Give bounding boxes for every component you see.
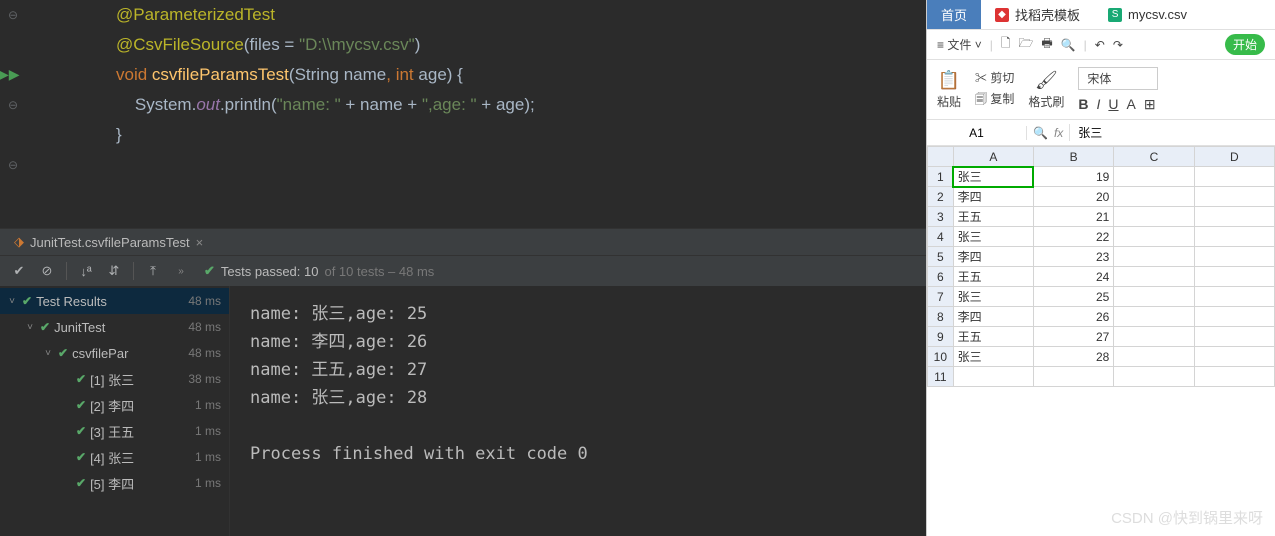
annotation: @ParameterizedTest bbox=[116, 5, 275, 24]
code-editor[interactable]: ⊖ ▶▶ ⊖ ⊖ @ParameterizedTest @CsvFileSour… bbox=[0, 0, 926, 228]
spreadsheet-tab[interactable]: 首页 bbox=[927, 0, 981, 29]
fold-icon[interactable]: ⊖ bbox=[8, 8, 18, 22]
spreadsheet-menubar: ≡ 文件 ˅ | 🗋 🗁 🖶 🔍 | ↶ ↷ 开始 bbox=[927, 30, 1275, 60]
format-painter-icon[interactable]: 🖌 bbox=[1035, 70, 1058, 91]
watermark: CSDN @快到锅里来呀 bbox=[1111, 507, 1263, 528]
test-tree-row[interactable]: ˅✔csvfilePar48 ms bbox=[0, 340, 229, 366]
file-menu[interactable]: ≡ 文件 ˅ bbox=[937, 36, 982, 53]
paste-label[interactable]: 粘贴 bbox=[937, 93, 961, 110]
results-pane: ˅✔Test Results48 ms˅✔JunitTest48 ms˅✔csv… bbox=[0, 286, 926, 536]
test-tree-row[interactable]: ✔[5] 李四1 ms bbox=[0, 470, 229, 496]
tests-total: of 10 tests – 48 ms bbox=[324, 264, 434, 279]
font-color-button[interactable]: A bbox=[1127, 96, 1136, 113]
run-gutter-icon[interactable]: ▶▶ bbox=[0, 66, 20, 83]
fold-icon[interactable]: ⊖ bbox=[8, 98, 18, 112]
test-tree-row[interactable]: ˅✔Test Results48 ms bbox=[0, 288, 229, 314]
spreadsheet-tabs: 首页◆找稻壳模板Smycsv.csv bbox=[927, 0, 1275, 30]
run-tab-bar: ⬗ JunitTest.csvfileParamsTest × bbox=[0, 228, 926, 256]
spreadsheet-panel: 首页◆找稻壳模板Smycsv.csv ≡ 文件 ˅ | 🗋 🗁 🖶 🔍 | ↶ … bbox=[926, 0, 1275, 536]
spreadsheet-ribbon: 📋 粘贴 ✂ 剪切 🗐 复制 🖌 格式刷 宋体 B I U A ⊞ bbox=[927, 60, 1275, 120]
copy-button[interactable]: 🗐 复制 bbox=[975, 90, 1014, 111]
sort-button[interactable]: ↓ª bbox=[73, 259, 99, 283]
test-toolbar: ✔ ⊘ ↓ª ⇵ ⤒ » ✔ Tests passed: 10 of 10 te… bbox=[0, 256, 926, 286]
collapse-button[interactable]: ⤒ bbox=[140, 259, 166, 283]
start-button[interactable]: 开始 bbox=[1225, 34, 1265, 55]
preview-icon[interactable]: 🔍 bbox=[1061, 38, 1076, 52]
test-config-icon: ⬗ bbox=[14, 234, 24, 250]
redo-icon[interactable]: ↷ bbox=[1113, 38, 1123, 52]
formula-value[interactable]: 张三 bbox=[1069, 124, 1110, 141]
spreadsheet-tab[interactable]: ◆找稻壳模板 bbox=[981, 0, 1094, 29]
open-icon[interactable]: 🗁 bbox=[1018, 34, 1033, 55]
italic-button[interactable]: I bbox=[1097, 96, 1101, 113]
show-ignored-toggle[interactable]: ⊘ bbox=[34, 259, 60, 283]
editor-gutter: ⊖ ▶▶ ⊖ ⊖ bbox=[0, 0, 36, 228]
annotation: @CsvFileSource bbox=[116, 35, 244, 54]
tests-passed-count: Tests passed: 10 bbox=[221, 264, 319, 279]
test-tree[interactable]: ˅✔Test Results48 ms˅✔JunitTest48 ms˅✔csv… bbox=[0, 286, 230, 536]
run-tab-label: JunitTest.csvfileParamsTest bbox=[30, 235, 190, 250]
save-icon[interactable]: 🗋 bbox=[1001, 34, 1011, 55]
bold-button[interactable]: B bbox=[1078, 96, 1088, 113]
test-tree-row[interactable]: ✔[2] 李四1 ms bbox=[0, 392, 229, 418]
test-tree-row[interactable]: ✔[4] 张三1 ms bbox=[0, 444, 229, 470]
border-button[interactable]: ⊞ bbox=[1144, 96, 1156, 113]
fx-icon[interactable]: 🔍fx bbox=[1027, 126, 1069, 140]
ide-panel: ⊖ ▶▶ ⊖ ⊖ @ParameterizedTest @CsvFileSour… bbox=[0, 0, 926, 536]
fold-icon[interactable]: ⊖ bbox=[8, 158, 18, 172]
print-icon[interactable]: 🖶 bbox=[1041, 34, 1052, 55]
cut-button[interactable]: ✂ 剪切 bbox=[975, 69, 1014, 86]
console-output[interactable]: name: 张三,age: 25name: 李四,age: 26name: 王五… bbox=[230, 286, 926, 536]
undo-icon[interactable]: ↶ bbox=[1095, 38, 1105, 52]
run-tab[interactable]: ⬗ JunitTest.csvfileParamsTest × bbox=[4, 230, 213, 254]
cell-reference[interactable]: A1 bbox=[927, 126, 1027, 140]
font-select[interactable]: 宋体 bbox=[1078, 67, 1158, 90]
test-tree-row[interactable]: ✔[3] 王五1 ms bbox=[0, 418, 229, 444]
expand-button[interactable]: ⇵ bbox=[101, 259, 127, 283]
test-status: ✔ Tests passed: 10 of 10 tests – 48 ms bbox=[204, 263, 434, 279]
more-button[interactable]: » bbox=[168, 259, 194, 283]
test-tree-row[interactable]: ˅✔JunitTest48 ms bbox=[0, 314, 229, 340]
underline-button[interactable]: U bbox=[1108, 96, 1118, 113]
test-tree-row[interactable]: ✔[1] 张三38 ms bbox=[0, 366, 229, 392]
spreadsheet-tab[interactable]: Smycsv.csv bbox=[1094, 0, 1201, 29]
formula-bar: A1 🔍fx 张三 bbox=[927, 120, 1275, 146]
close-icon[interactable]: × bbox=[196, 235, 204, 250]
show-passed-toggle[interactable]: ✔ bbox=[6, 259, 32, 283]
font-format-group: B I U A ⊞ bbox=[1078, 96, 1158, 113]
code-content[interactable]: @ParameterizedTest @CsvFileSource(files … bbox=[36, 0, 535, 228]
spreadsheet-grid[interactable]: ABCD1张三192李四203王五214张三225李四236王五247张三258… bbox=[927, 146, 1275, 536]
format-painter-label[interactable]: 格式刷 bbox=[1028, 93, 1064, 110]
check-icon: ✔ bbox=[204, 263, 215, 279]
paste-icon[interactable]: 📋 bbox=[938, 70, 960, 91]
